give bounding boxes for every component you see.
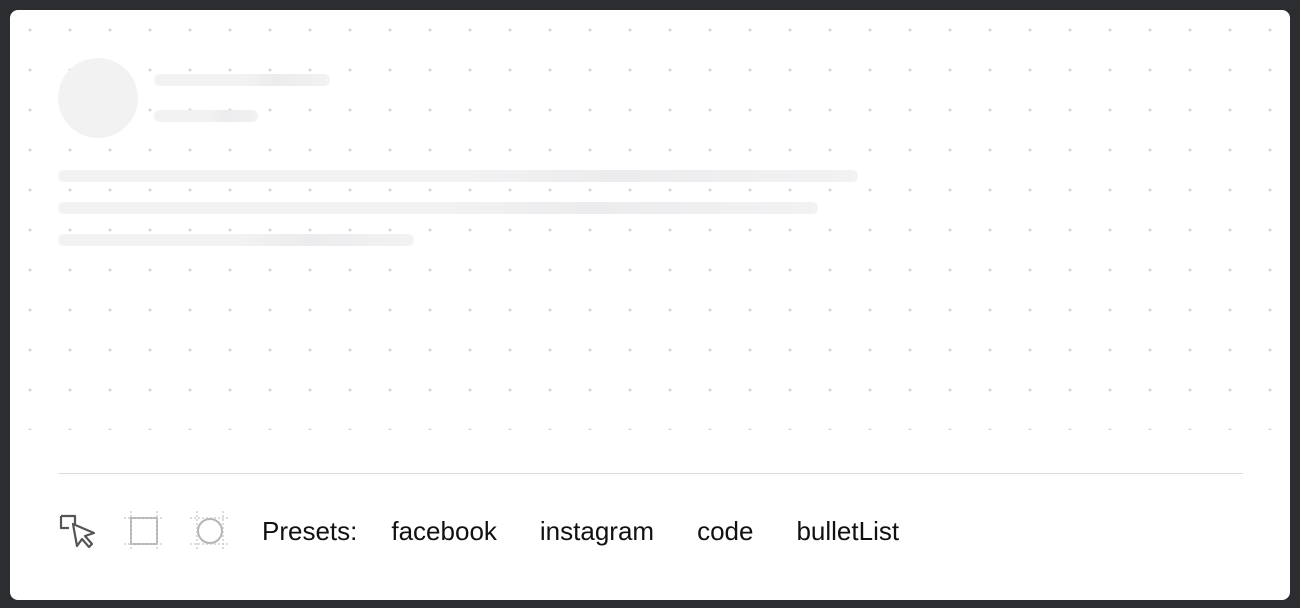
toolbar-divider <box>58 473 1243 474</box>
skeleton-subtitle-line <box>154 110 258 122</box>
rect-tool-button[interactable] <box>124 511 164 551</box>
skeleton-body-line-1 <box>58 170 858 182</box>
presets-label: Presets: <box>262 515 358 546</box>
dotted-canvas[interactable] <box>10 10 1290 430</box>
rectangle-icon <box>124 511 164 551</box>
cursor-select-icon <box>58 511 98 551</box>
preset-instagram[interactable]: instagram <box>540 516 654 547</box>
select-tool-button[interactable] <box>58 511 98 551</box>
preset-bulletlist[interactable]: bulletList <box>796 516 899 547</box>
toolbar: Presets: facebook instagram code bulletL… <box>58 510 942 552</box>
skeleton-title-line <box>154 74 330 86</box>
skeleton-avatar <box>58 58 138 138</box>
preset-code[interactable]: code <box>697 516 753 547</box>
circle-tool-button[interactable] <box>190 511 230 551</box>
preset-facebook[interactable]: facebook <box>391 516 497 547</box>
skeleton-body-line-2 <box>58 202 818 214</box>
skeleton-body-line-3 <box>58 234 414 246</box>
circle-icon <box>190 511 230 551</box>
editor-frame: Presets: facebook instagram code bulletL… <box>10 10 1290 600</box>
